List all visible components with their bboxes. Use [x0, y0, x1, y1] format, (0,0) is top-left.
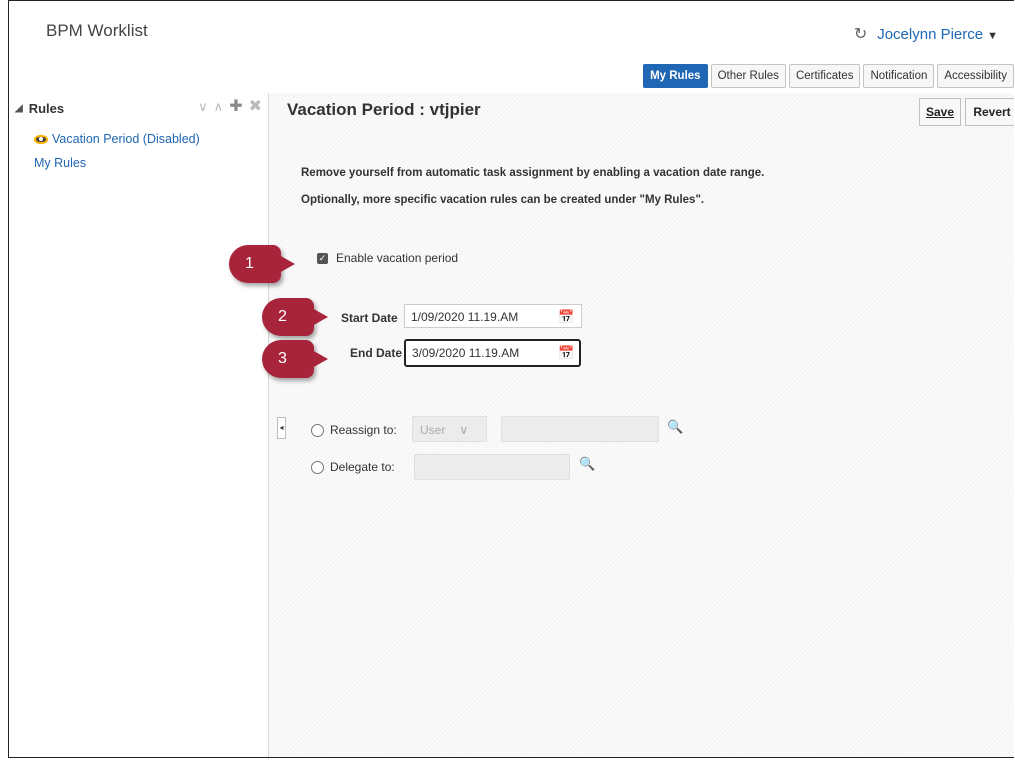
enable-vacation-row[interactable]: ✓ Enable vacation period	[317, 251, 458, 265]
rules-title: Rules	[28, 100, 65, 116]
chevron-up-icon[interactable]: ∧	[214, 99, 224, 116]
add-rule-icon[interactable]: ✚	[229, 96, 242, 116]
enable-vacation-checkbox[interactable]: ✓	[317, 252, 328, 264]
user-area: ↻ Jocelynn Pierce ▼	[854, 24, 998, 44]
callout-marker-2: 2	[262, 298, 328, 336]
enable-vacation-label: Enable vacation period	[336, 251, 459, 265]
sidebar-item-label: My Rules	[34, 156, 87, 170]
collapse-triangle-icon[interactable]: ◢	[15, 103, 23, 114]
callout-marker-1: 1	[229, 245, 295, 283]
user-menu[interactable]: Jocelynn Pierce ▼	[877, 26, 998, 43]
reassign-type-select[interactable]: User ∨	[412, 416, 487, 442]
caret-down-icon: ▼	[987, 29, 998, 42]
end-date-label: End Date	[350, 346, 403, 360]
main-panel: Vacation Period : vtjpier Save Revert Re…	[269, 93, 1014, 757]
app-title: BPM Worklist	[46, 21, 148, 40]
eye-icon	[34, 134, 48, 144]
search-icon[interactable]: 🔍	[667, 419, 683, 435]
delegate-user-input[interactable]	[414, 454, 570, 480]
revert-button[interactable]: Revert	[965, 98, 1014, 126]
tab-my-rules[interactable]: My Rules	[643, 64, 708, 88]
delete-rule-icon[interactable]: ✖	[249, 96, 262, 116]
reassign-radio[interactable]	[311, 423, 324, 437]
sidebar-item-vacation-period[interactable]: Vacation Period (Disabled)	[34, 132, 200, 146]
rules-toolbar: ∨ ∧ ✚ ✖	[198, 96, 262, 116]
sidebar-item-my-rules[interactable]: My Rules	[34, 156, 86, 170]
save-button[interactable]: Save	[919, 98, 961, 126]
tab-other-rules[interactable]: Other Rules	[710, 64, 786, 88]
splitter-collapse-handle[interactable]: ◂	[277, 417, 286, 439]
user-name: Jocelynn Pierce	[877, 25, 984, 43]
chevron-down-icon: ∨	[459, 423, 469, 437]
search-icon[interactable]: 🔍	[579, 456, 595, 472]
refresh-icon[interactable]: ↻	[854, 24, 867, 44]
end-date-input[interactable]: 3/09/2020 11.19.AM	[404, 339, 581, 367]
calendar-icon[interactable]: 📅	[558, 309, 574, 324]
start-date-input[interactable]: 1/09/2020 11.19.AM	[404, 304, 582, 328]
delegate-row[interactable]: Delegate to:	[311, 460, 395, 474]
callout-marker-3: 3	[262, 340, 328, 378]
reassign-user-input[interactable]	[501, 416, 659, 442]
reassign-type-value: User	[420, 423, 446, 437]
delegate-label: Delegate to:	[330, 460, 395, 474]
chevron-down-icon[interactable]: ∨	[198, 99, 208, 116]
rules-panel: ◢ Rules ∨ ∧ ✚ ✖ Vacation Period (Disable…	[9, 93, 269, 757]
tab-bar: My Rules Other Rules Certificates Notifi…	[643, 64, 1014, 88]
reassign-label: Reassign to:	[330, 423, 397, 437]
tab-certificates[interactable]: Certificates	[788, 64, 861, 88]
sidebar-item-label: Vacation Period (Disabled)	[52, 132, 200, 146]
description-line-2: Optionally, more specific vacation rules…	[301, 194, 705, 206]
tab-notification[interactable]: Notification	[863, 64, 935, 88]
reassign-row[interactable]: Reassign to:	[311, 423, 397, 437]
calendar-icon[interactable]: 📅	[558, 345, 574, 360]
start-date-label: Start Date	[341, 311, 398, 325]
app-window: BPM Worklist ↻ Jocelynn Pierce ▼ My Rules…	[8, 0, 1014, 758]
description-line-1: Remove yourself from automatic task assi…	[301, 167, 765, 179]
delegate-radio[interactable]	[311, 460, 324, 474]
page-title: Vacation Period : vtjpier	[287, 100, 481, 119]
tab-accessibility[interactable]: Accessibility	[937, 64, 1014, 88]
